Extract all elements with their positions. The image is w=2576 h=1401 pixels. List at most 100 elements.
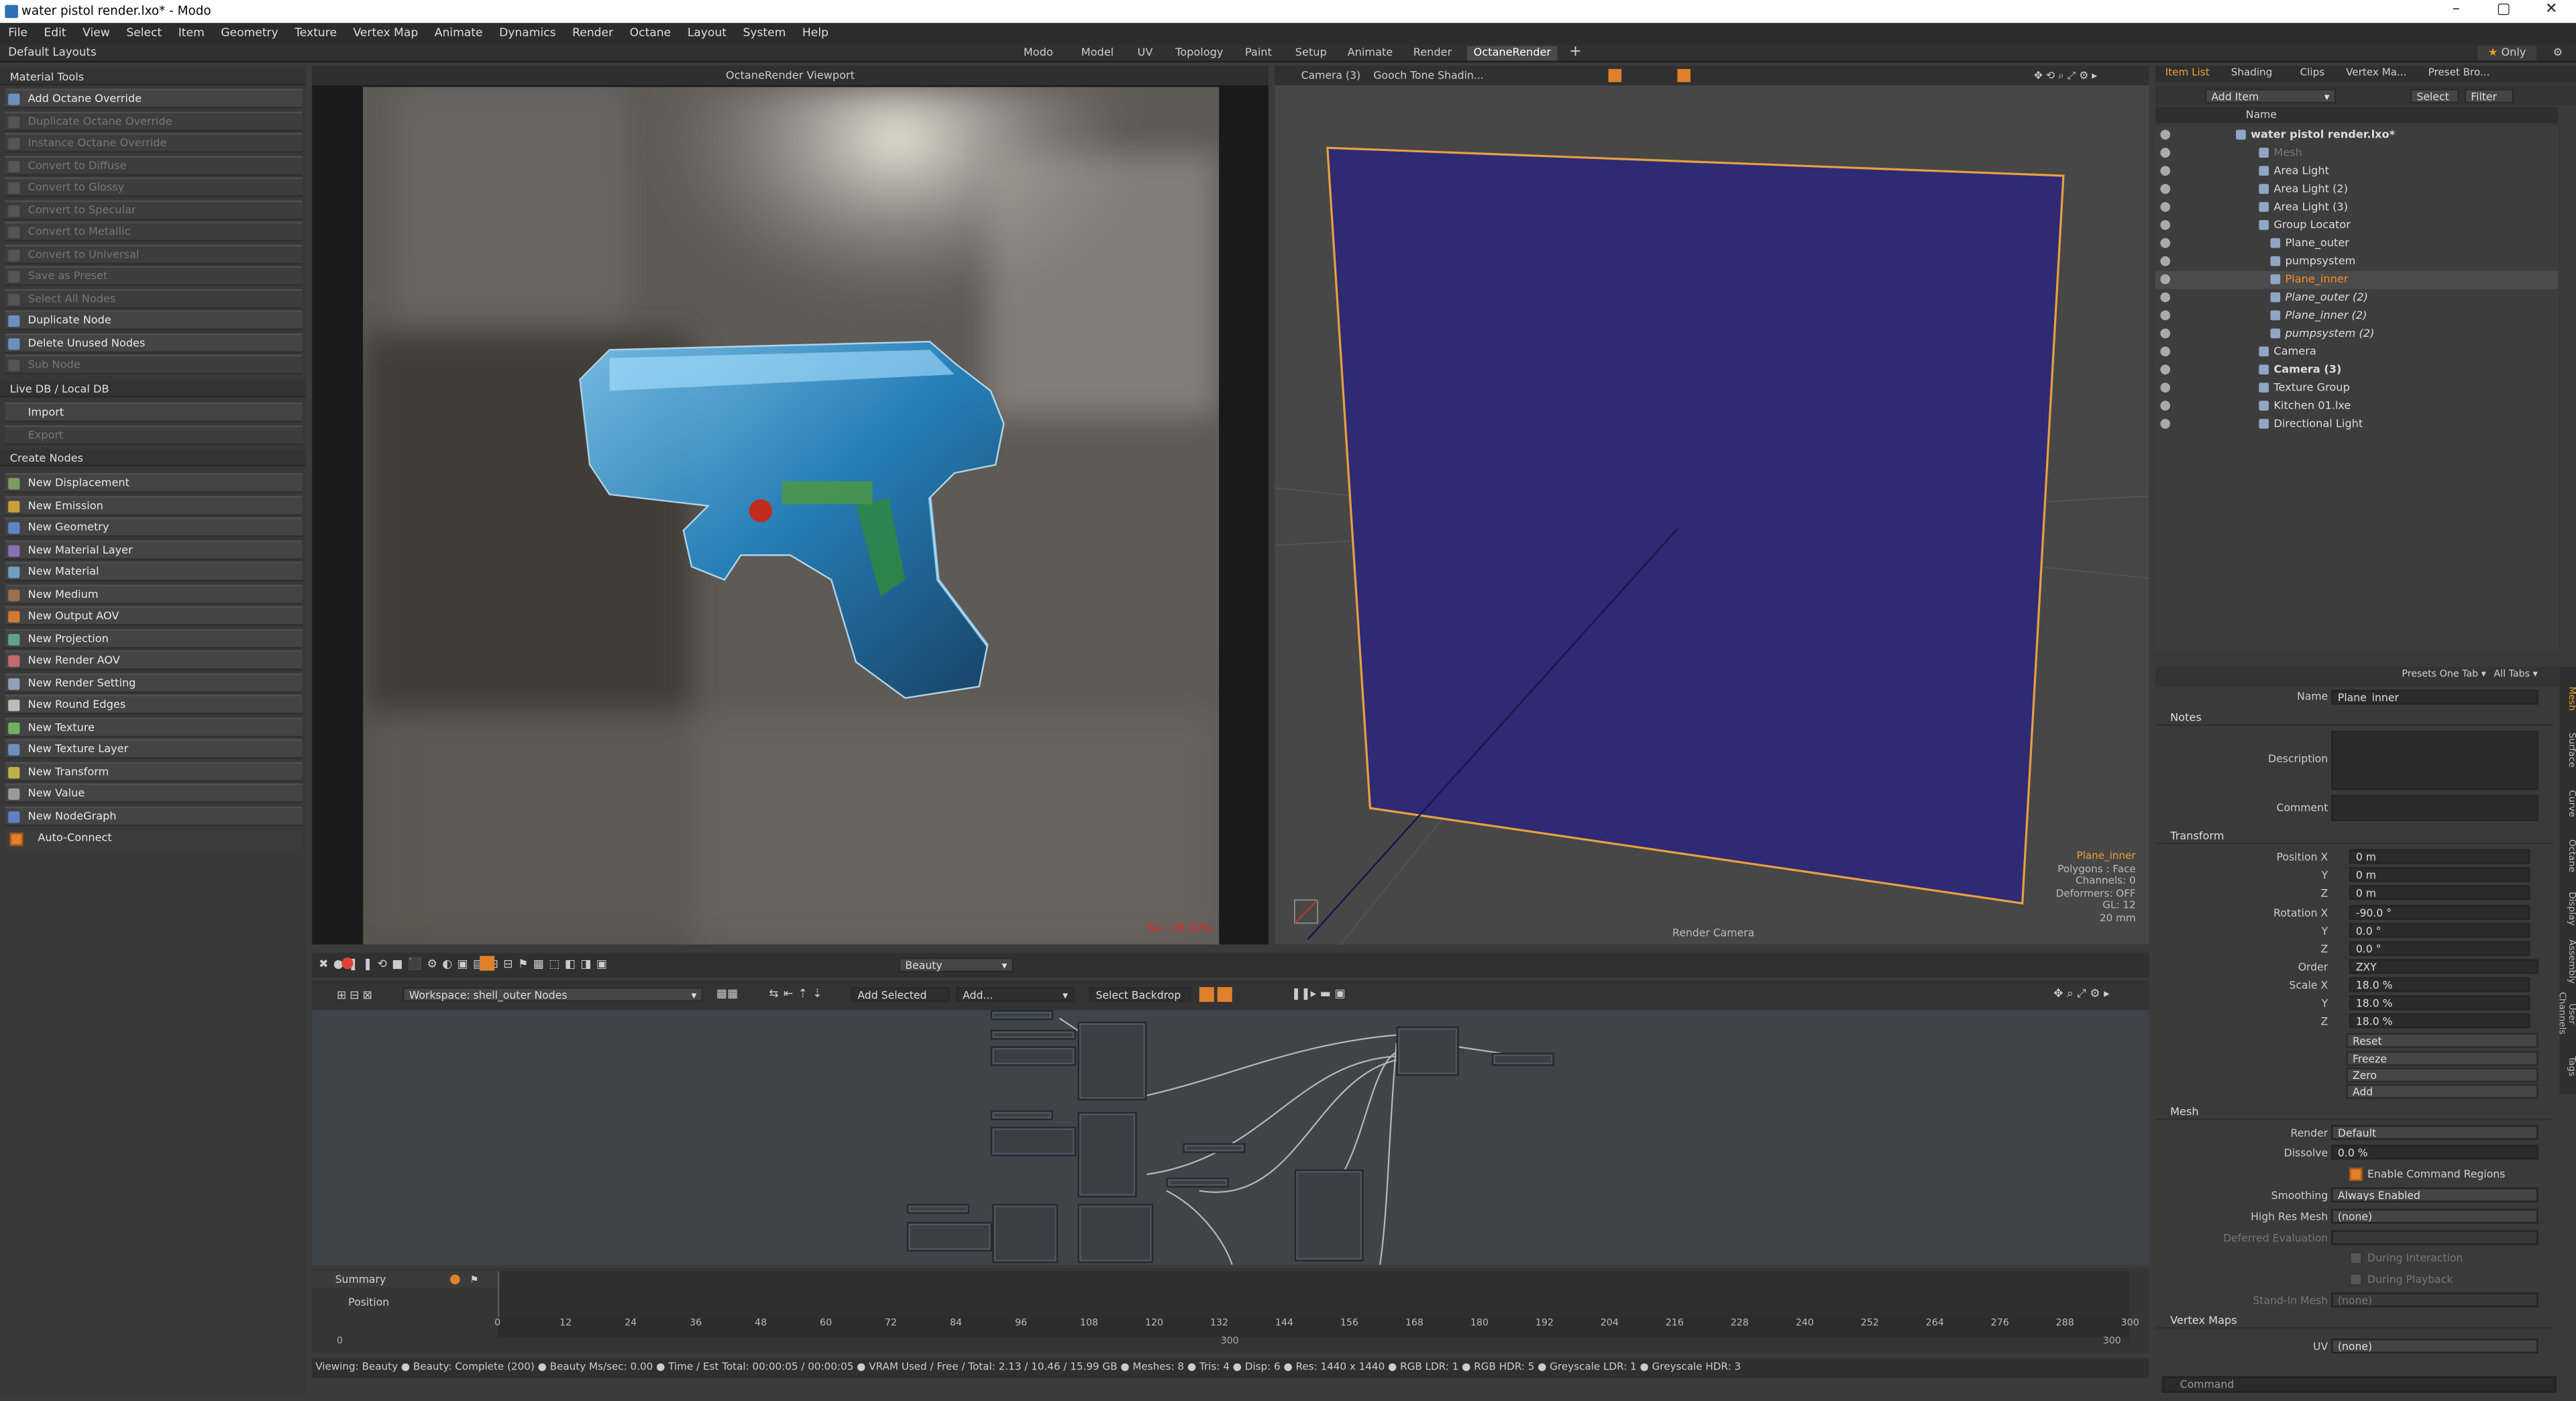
create-node-item[interactable]: New Emission — [5, 495, 303, 515]
uv-dropdown[interactable]: (none) — [2331, 1338, 2538, 1354]
visibility-eye-icon[interactable] — [2160, 129, 2171, 140]
during-interaction-checkbox[interactable] — [2349, 1251, 2363, 1265]
graph-node[interactable] — [1077, 1112, 1137, 1198]
menu-view[interactable]: View — [74, 23, 118, 44]
dissolve-field[interactable]: 0.0 % — [2331, 1145, 2538, 1160]
menu-dynamics[interactable]: Dynamics — [491, 23, 564, 44]
tab-preset-browser[interactable]: Preset Bro... — [2428, 67, 2490, 79]
visibility-eye-icon[interactable] — [2160, 328, 2171, 339]
tab-item-list[interactable]: Item List — [2165, 67, 2210, 79]
graph-node[interactable] — [1396, 1026, 1459, 1076]
material-tool-item[interactable]: Duplicate Node — [5, 310, 303, 331]
shading-selector[interactable]: Gooch Tone Shadin... — [1373, 66, 1483, 85]
add-transform-button[interactable]: Add — [2346, 1084, 2538, 1099]
workspace-dropdown[interactable]: Workspace: shell_outer Nodes ▾ — [402, 987, 704, 1002]
position-z-field[interactable]: 0 m — [2349, 885, 2530, 900]
item-tree-row[interactable]: Plane_outer (2) — [2155, 289, 2558, 307]
tab-clips[interactable]: Clips — [2300, 67, 2325, 79]
timeline-panel[interactable]: Summary ⚑ Position 0 12 24 36 48 60 72 84 96 108 1… — [312, 1267, 2149, 1354]
filter-button[interactable]: Filter — [2464, 89, 2514, 104]
visibility-eye-icon[interactable] — [2160, 310, 2171, 321]
only-toggle[interactable]: ★ Only — [2477, 46, 2537, 61]
graph-node[interactable] — [990, 1127, 1077, 1157]
render-controls-icons[interactable]: ✖●❚❚⟲■⬛⚙◐▣▤⊞⊟⚑▦⬚◧◨▣ — [319, 957, 612, 971]
record-key-icon[interactable] — [450, 1274, 460, 1285]
visibility-eye-icon[interactable] — [2160, 419, 2171, 429]
select-backdrop-button[interactable]: Select Backdrop — [1089, 987, 1191, 1002]
tab-animate[interactable]: Animate — [1344, 46, 1396, 61]
menu-edit[interactable]: Edit — [36, 23, 74, 44]
enable-command-regions-checkbox[interactable] — [2349, 1168, 2363, 1181]
visibility-eye-icon[interactable] — [2160, 382, 2171, 393]
name-field[interactable]: Plane_inner — [2331, 690, 2538, 705]
visibility-eye-icon[interactable] — [2160, 364, 2171, 375]
item-tree-row[interactable]: Texture Group — [2155, 379, 2558, 397]
tab-shading[interactable]: Shading — [2231, 67, 2273, 79]
graph-node[interactable] — [1077, 1204, 1154, 1263]
minimize-button[interactable]: – — [2431, 0, 2480, 23]
node-play-icons[interactable]: ❚❚▸ ▬ ▣ — [1291, 987, 1346, 1000]
description-field[interactable] — [2331, 731, 2538, 790]
create-node-item[interactable]: New Render Setting — [5, 672, 303, 692]
deferred-evaluation-field[interactable] — [2331, 1230, 2538, 1245]
notes-section[interactable]: Notes — [2155, 709, 2553, 726]
menu-system[interactable]: System — [735, 23, 794, 44]
viewport-nav-icons[interactable]: ✥ ⟲ ⌕ ⤢ ⚙ ▸ — [2034, 66, 2097, 85]
timeline-ruler[interactable]: 0 12 24 36 48 60 72 84 96 108 120 132 144 156 168 180 19… — [494, 1317, 2139, 1337]
visibility-eye-icon[interactable] — [2160, 256, 2171, 266]
create-node-item[interactable]: New Medium — [5, 584, 303, 604]
livedb-item[interactable]: Import — [5, 402, 303, 423]
node-editor[interactable]: ⊞⊟⊠ Workspace: shell_outer Nodes ▾ ▦▦ ⇆⇤⇡… — [312, 980, 2149, 1265]
create-node-item[interactable]: New Geometry — [5, 517, 303, 537]
visibility-eye-icon[interactable] — [2160, 401, 2171, 411]
side-tab-octane[interactable]: Octane — [2560, 831, 2576, 880]
create-node-item[interactable]: New Texture — [5, 717, 303, 737]
gear-icon[interactable]: ⚙ — [2546, 46, 2569, 61]
zero-button[interactable]: Zero — [2346, 1068, 2538, 1083]
item-tree-row[interactable]: Area Light — [2155, 162, 2558, 180]
menu-vertex-map[interactable]: Vertex Map — [345, 23, 426, 44]
presets-button[interactable]: Presets — [2402, 670, 2436, 680]
item-tree-row[interactable]: Plane_inner (2) — [2155, 307, 2558, 325]
octane-render-viewport[interactable]: OctaneRender Viewport Sa - 19.10% — [312, 65, 1269, 945]
menu-geometry[interactable]: Geometry — [213, 23, 286, 44]
menu-render[interactable]: Render — [564, 23, 622, 44]
mesh-section[interactable]: Mesh — [2155, 1104, 2553, 1121]
graph-node[interactable] — [1294, 1169, 1364, 1261]
summary-row[interactable]: Summary ⚑ — [312, 1271, 498, 1288]
graph-node[interactable] — [1166, 1178, 1229, 1188]
viewport-option-icon-2[interactable] — [1677, 68, 1691, 83]
3d-viewport[interactable]: Camera (3) Gooch Tone Shadin... ✥ ⟲ ⌕ ⤢ … — [1275, 65, 2149, 945]
create-node-item[interactable]: New NodeGraph — [5, 805, 303, 826]
node-option-icon-2[interactable] — [1217, 987, 1232, 1002]
reset-button[interactable]: Reset — [2346, 1033, 2538, 1048]
add-selected-button[interactable]: Add Selected — [851, 987, 950, 1002]
graph-node[interactable] — [1491, 1053, 1554, 1066]
node-arrange-icons[interactable]: ⇆⇤⇡⇣ — [769, 987, 827, 1000]
default-layouts-dropdown[interactable]: Default Layouts — [8, 44, 96, 62]
create-node-item[interactable]: New Displacement — [5, 472, 303, 493]
material-tool-item[interactable]: Add Octane Override — [5, 89, 303, 109]
create-node-item[interactable]: New Material — [5, 562, 303, 582]
create-node-item[interactable]: New Transform — [5, 761, 303, 781]
item-tree-row[interactable]: Kitchen 01.lxe — [2155, 397, 2558, 415]
side-tab-display[interactable]: Display — [2560, 884, 2576, 933]
menu-texture[interactable]: Texture — [286, 23, 345, 44]
visibility-eye-icon[interactable] — [2160, 220, 2171, 230]
tab-paint[interactable]: Paint — [1239, 46, 1279, 61]
graph-node[interactable] — [906, 1222, 993, 1252]
name-column-header[interactable]: Name — [2246, 109, 2277, 122]
menu-octane[interactable]: Octane — [621, 23, 679, 44]
tab-render[interactable]: Render — [1409, 46, 1456, 61]
range-slider[interactable]: 0 300 300 — [312, 1337, 2129, 1351]
item-tree-row[interactable]: Mesh — [2155, 144, 2558, 162]
command-input[interactable]: Command — [2161, 1376, 2557, 1393]
visibility-eye-icon[interactable] — [2160, 184, 2171, 194]
rotation-z-field[interactable]: 0.0 ° — [2349, 941, 2530, 956]
one-tab-button[interactable]: One Tab ▾ — [2440, 670, 2486, 680]
side-tab-tags[interactable]: Tags — [2560, 1041, 2576, 1090]
freeze-button[interactable]: Freeze — [2346, 1051, 2538, 1066]
render-dropdown[interactable]: Default — [2331, 1125, 2538, 1140]
item-tree-row[interactable]: Area Light (2) — [2155, 180, 2558, 199]
item-tree-row[interactable]: Camera — [2155, 344, 2558, 362]
